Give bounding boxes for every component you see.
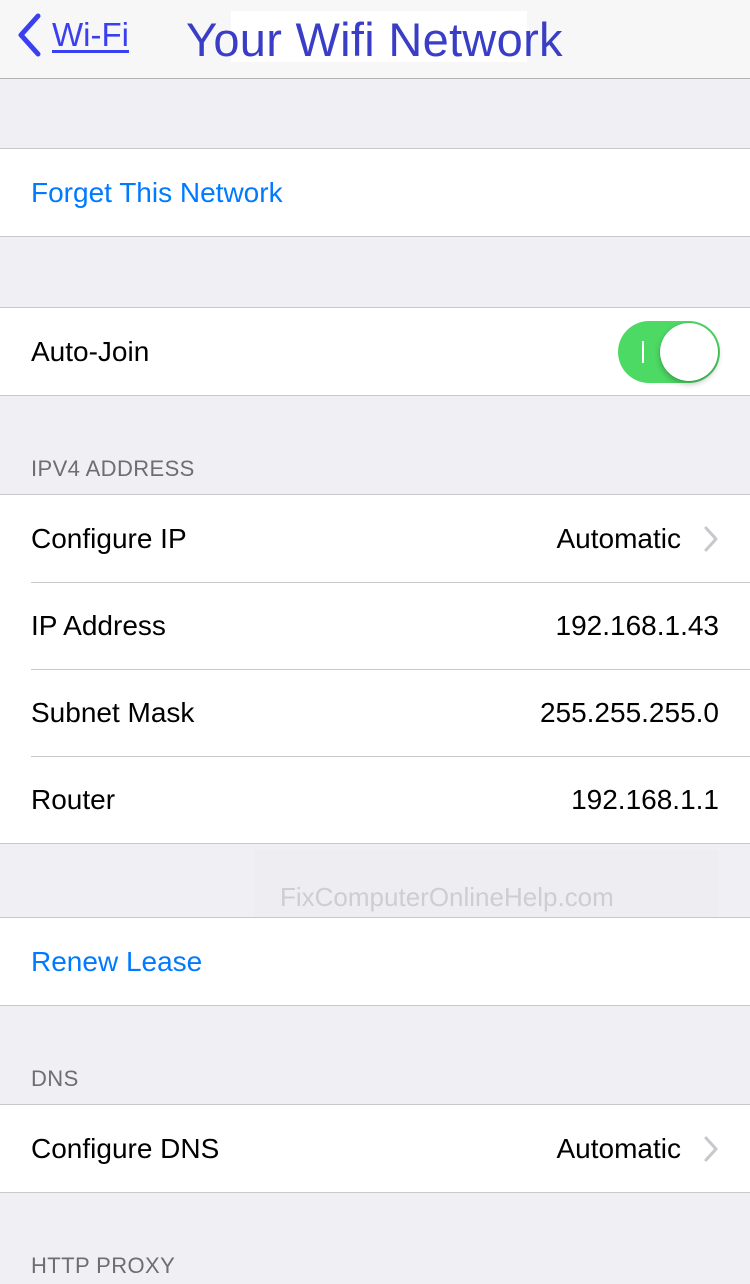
router-label: Router: [31, 783, 116, 815]
dns-group: Configure DNS Automatic: [0, 1104, 750, 1193]
renew-lease-label[interactable]: Renew Lease: [31, 946, 719, 978]
auto-join-label: Auto-Join: [31, 335, 150, 367]
ip-address-row: IP Address 192.168.1.43: [0, 582, 750, 669]
subnet-mask-row: Subnet Mask 255.255.255.0: [0, 669, 750, 756]
ip-address-label: IP Address: [31, 609, 166, 641]
router-value: 192.168.1.1: [571, 783, 719, 815]
ipv4-section-header: IPV4 ADDRESS: [31, 456, 195, 481]
ip-address-value: 192.168.1.43: [555, 609, 720, 641]
chevron-left-icon: [18, 13, 41, 57]
chevron-right-icon: [704, 1136, 718, 1161]
subnet-mask-label: Subnet Mask: [31, 696, 195, 728]
toggle-on-indicator: [642, 340, 644, 363]
configure-ip-label: Configure IP: [31, 522, 187, 554]
watermark-text: FixComputerOnlineHelp.com: [280, 882, 614, 912]
chevron-right-icon: [704, 526, 718, 551]
forget-group: Forget This Network: [0, 148, 750, 237]
auto-join-group: Auto-Join: [0, 307, 750, 396]
configure-dns-label: Configure DNS: [31, 1132, 220, 1164]
navigation-bar: Wi-Fi Your Wifi Network: [0, 0, 750, 79]
back-button[interactable]: Wi-Fi: [16, 10, 129, 60]
wifi-network-settings: Wi-Fi Your Wifi Network Forget This Netw…: [0, 0, 750, 1284]
configure-dns-value: Automatic: [556, 1132, 682, 1164]
configure-dns-row[interactable]: Configure DNS Automatic: [0, 1105, 750, 1192]
forget-network-button[interactable]: Forget This Network: [0, 149, 750, 236]
forget-network-label[interactable]: Forget This Network: [31, 177, 719, 209]
toggle-knob[interactable]: [660, 322, 718, 381]
router-row: Router 192.168.1.1: [0, 756, 750, 843]
configure-ip-value: Automatic: [556, 522, 682, 554]
ipv4-group: Configure IP Automatic IP Address 192.16…: [0, 494, 750, 844]
subnet-mask-value: 255.255.255.0: [539, 696, 719, 728]
renew-lease-button[interactable]: Renew Lease: [0, 918, 750, 1005]
renew-group: Renew Lease: [0, 917, 750, 1006]
dns-section-header: DNS: [31, 1066, 79, 1091]
auto-join-row: Auto-Join: [0, 308, 750, 395]
back-label[interactable]: Wi-Fi: [52, 16, 129, 54]
http-proxy-section-header: HTTP PROXY: [31, 1253, 176, 1278]
auto-join-toggle[interactable]: [618, 320, 720, 383]
configure-ip-row[interactable]: Configure IP Automatic: [0, 495, 750, 582]
page-title: Your Wifi Network: [186, 13, 563, 66]
